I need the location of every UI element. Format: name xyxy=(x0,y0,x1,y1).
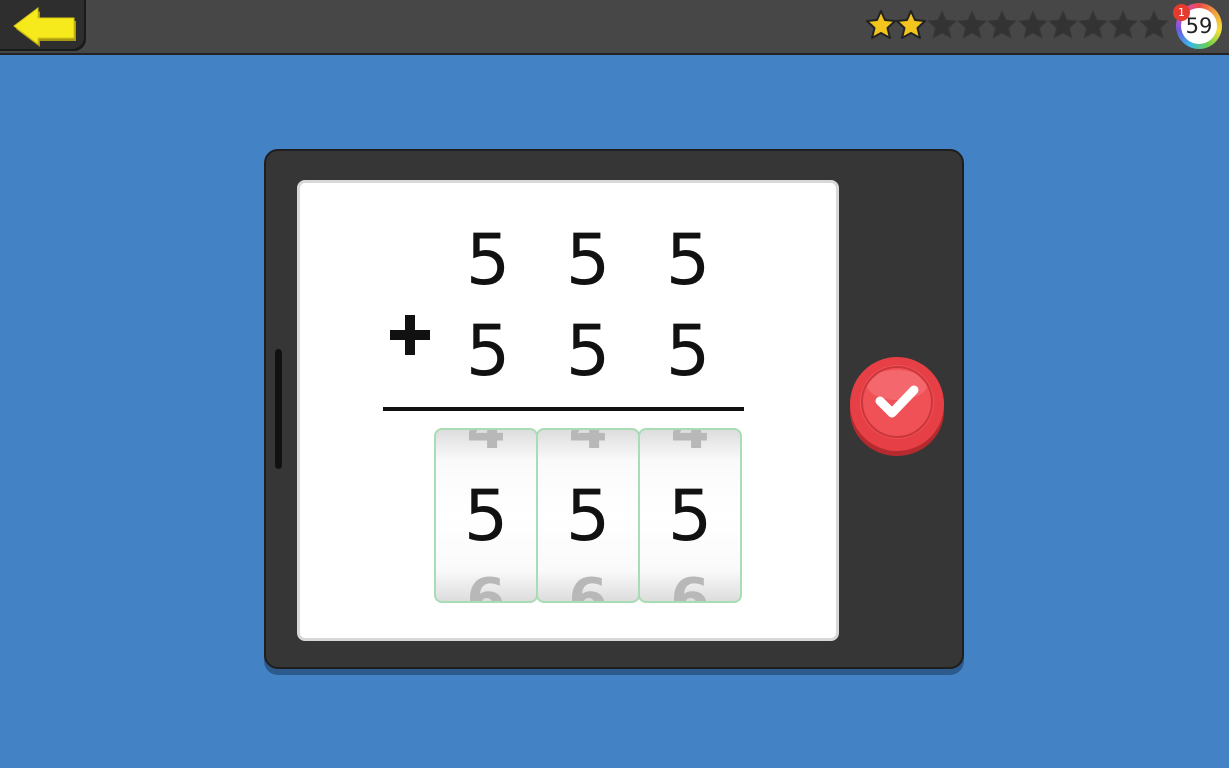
addend1-ones: 5 xyxy=(665,219,711,301)
reel-next-digit: 6 xyxy=(568,567,608,603)
answer-reel-ones[interactable]: 4 5 6 xyxy=(638,428,742,603)
addend1-hundreds: 5 xyxy=(465,219,511,301)
back-button[interactable] xyxy=(0,0,86,51)
star-empty-icon xyxy=(1108,10,1138,39)
answer-reel-hundreds[interactable]: 4 5 6 xyxy=(434,428,538,603)
star-earned-icon xyxy=(866,10,896,39)
addend2-tens: 5 xyxy=(565,310,611,392)
addend2-ones: 5 xyxy=(665,310,711,392)
reel-next-digit: 6 xyxy=(466,567,506,603)
plus-icon xyxy=(390,315,430,355)
star-empty-icon xyxy=(927,10,957,39)
submit-answer-button[interactable] xyxy=(849,357,945,457)
star-empty-icon xyxy=(1139,10,1169,39)
left-arrow-icon xyxy=(13,7,76,47)
star-empty-icon xyxy=(1048,10,1078,39)
reel-next-digit: 6 xyxy=(670,567,710,603)
addend2-hundreds: 5 xyxy=(465,310,511,392)
star-empty-icon xyxy=(957,10,987,39)
reel-prev-digit: 4 xyxy=(466,428,506,462)
reel-prev-digit: 4 xyxy=(568,428,608,462)
notification-badge: 1 xyxy=(1173,4,1190,21)
reel-current-digit: 5 xyxy=(463,475,509,557)
star-empty-icon xyxy=(1018,10,1047,39)
star-empty-icon xyxy=(987,10,1017,39)
reel-prev-digit: 4 xyxy=(670,428,710,462)
addend1-tens: 5 xyxy=(565,219,611,301)
reel-current-digit: 5 xyxy=(667,475,713,557)
answer-reel-tens[interactable]: 4 5 6 xyxy=(536,428,640,603)
star-earned-icon xyxy=(896,10,927,39)
top-bar: 59 1 xyxy=(0,0,1229,55)
sum-line xyxy=(383,407,744,411)
reel-current-digit: 5 xyxy=(565,475,611,557)
tablet-side-slot xyxy=(275,349,282,469)
problem-screen: 5 5 5 5 5 5 4 5 6 4 5 6 4 5 6 xyxy=(297,180,839,641)
star-empty-icon xyxy=(1078,10,1108,39)
